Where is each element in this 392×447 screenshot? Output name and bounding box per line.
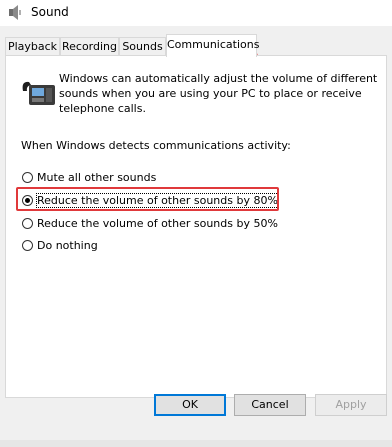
tab-recording[interactable]: Recording	[60, 37, 119, 55]
tab-playback[interactable]: Playback	[5, 37, 60, 55]
option-label: Do nothing	[37, 238, 98, 252]
option-reduce-50[interactable]: Reduce the volume of other sounds by 50%	[22, 215, 278, 231]
apply-button[interactable]: Apply	[315, 394, 387, 416]
communications-panel: Windows can automatically adjust the vol…	[5, 55, 387, 398]
ok-button[interactable]: OK	[154, 394, 226, 416]
radio-button[interactable]	[22, 171, 33, 183]
title-bar: Sound	[0, 0, 392, 26]
window-bottom-edge	[0, 440, 392, 447]
detect-label: When Windows detects communications acti…	[21, 139, 291, 152]
tab-sounds[interactable]: Sounds	[119, 37, 166, 55]
option-do-nothing[interactable]: Do nothing	[22, 237, 98, 253]
window-title: Sound	[31, 5, 69, 19]
radio-button[interactable]	[22, 239, 33, 251]
option-label: Mute all other sounds	[37, 170, 157, 184]
telephone-icon	[22, 81, 55, 105]
tab-label: Communications	[167, 38, 260, 51]
tab-label: Sounds	[122, 40, 163, 53]
cancel-button[interactable]: Cancel	[234, 394, 306, 416]
speaker-icon	[9, 5, 21, 20]
option-mute-all[interactable]: Mute all other sounds	[22, 169, 156, 185]
annotation-highlight-box	[16, 187, 279, 211]
intro-text: Windows can automatically adjust the vol…	[59, 72, 378, 115]
tab-communications[interactable]: Communications	[166, 34, 260, 57]
radio-button[interactable]	[22, 217, 33, 229]
tab-label: Playback	[7, 40, 58, 53]
tab-label: Recording	[61, 40, 118, 53]
option-label: Reduce the volume of other sounds by 50%	[37, 216, 278, 230]
